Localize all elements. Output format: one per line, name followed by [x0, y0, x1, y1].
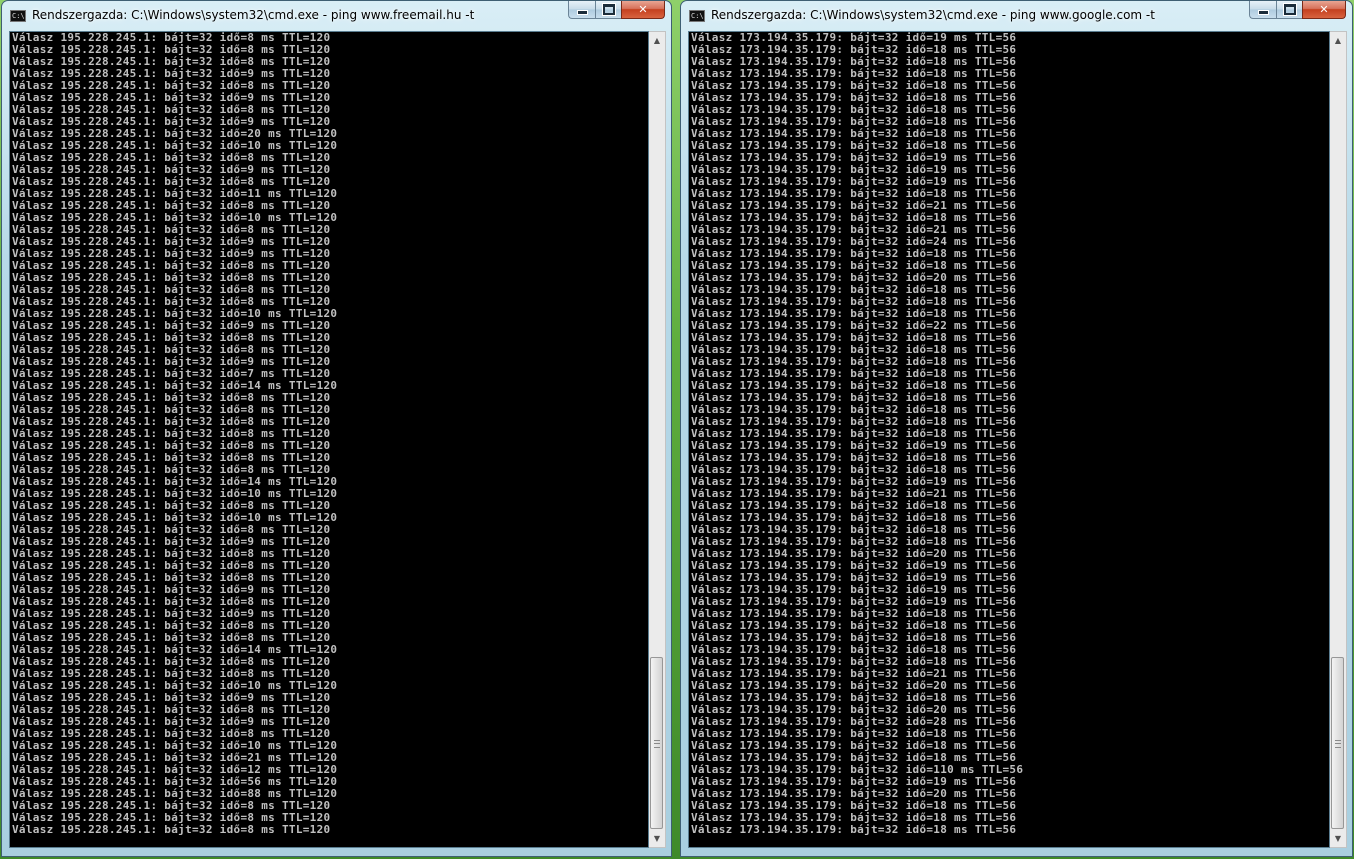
scroll-up-arrow-icon[interactable]: ▲ — [1330, 32, 1346, 49]
cmd-window-freemail[interactable]: C:\ Rendszergazda: C:\Windows\system32\c… — [1, 0, 672, 857]
console-lines: Válasz 195.228.245.1: bájt=32 idő=8 ms T… — [12, 32, 337, 836]
close-icon: ✕ — [638, 3, 648, 16]
console-line: Válasz 173.194.35.179: bájt=32 idő=18 ms… — [691, 823, 1017, 836]
console-line: Válasz 195.228.245.1: bájt=32 idő=8 ms T… — [12, 823, 331, 836]
scroll-down-arrow-icon[interactable]: ▼ — [649, 830, 665, 847]
minimize-button[interactable] — [1249, 1, 1276, 19]
minimize-button[interactable] — [568, 1, 595, 19]
title-bar[interactable]: C:\ Rendszergazda: C:\Windows\system32\c… — [2, 1, 671, 31]
caption-buttons: ✕ — [568, 1, 665, 20]
console-output[interactable]: Válasz 173.194.35.179: bájt=32 idő=19 ms… — [688, 31, 1330, 848]
scroll-up-arrow-icon[interactable]: ▲ — [649, 32, 665, 49]
cmd-app-icon[interactable]: C:\ — [689, 10, 705, 22]
caption-buttons: ✕ — [1249, 1, 1346, 20]
close-icon: ✕ — [1319, 3, 1329, 16]
cmd-window-google[interactable]: C:\ Rendszergazda: C:\Windows\system32\c… — [680, 0, 1353, 857]
maximize-icon — [601, 3, 616, 16]
minimize-icon — [1257, 10, 1269, 15]
cmd-app-icon[interactable]: C:\ — [10, 10, 26, 22]
scroll-down-arrow-icon[interactable]: ▼ — [1330, 830, 1346, 847]
grip-icon — [654, 740, 660, 748]
close-button[interactable]: ✕ — [621, 1, 665, 19]
vertical-scrollbar[interactable]: ▲ ▼ — [649, 31, 666, 848]
minimize-icon — [576, 10, 588, 15]
title-bar[interactable]: C:\ Rendszergazda: C:\Windows\system32\c… — [681, 1, 1352, 31]
scroll-thumb[interactable] — [650, 657, 663, 829]
maximize-icon — [1282, 3, 1297, 16]
scroll-thumb[interactable] — [1331, 657, 1344, 829]
window-title: Rendszergazda: C:\Windows\system32\cmd.e… — [32, 8, 475, 22]
grip-icon — [1335, 740, 1341, 748]
close-button[interactable]: ✕ — [1302, 1, 1346, 19]
window-title: Rendszergazda: C:\Windows\system32\cmd.e… — [711, 8, 1155, 22]
vertical-scrollbar[interactable]: ▲ ▼ — [1330, 31, 1347, 848]
console-lines: Válasz 173.194.35.179: bájt=32 idő=19 ms… — [691, 32, 1023, 836]
console-output[interactable]: Válasz 195.228.245.1: bájt=32 idő=8 ms T… — [9, 31, 649, 848]
maximize-button[interactable] — [595, 1, 621, 19]
maximize-button[interactable] — [1276, 1, 1302, 19]
